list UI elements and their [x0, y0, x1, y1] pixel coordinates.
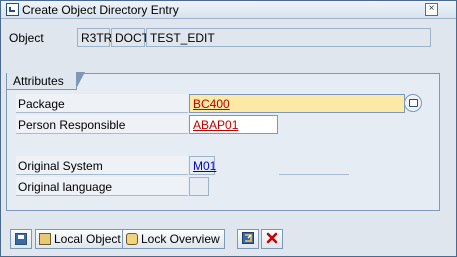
person-responsible-value: ABAP01 [193, 118, 239, 132]
lock-icon [126, 233, 138, 245]
dialog-toolbar: Local Object Lock Overview [1, 226, 456, 252]
object-label: Object [9, 31, 44, 45]
dialog-window: Create Object Directory Entry × Object R… [0, 0, 457, 257]
original-system-label: Original System [16, 156, 188, 175]
object-type-field: DOCT [111, 28, 149, 47]
package-input[interactable]: BC400 [189, 94, 405, 113]
value-help-icon[interactable] [404, 94, 422, 112]
local-object-label: Local Object [54, 232, 121, 246]
local-object-icon [39, 233, 51, 245]
attributes-group-title: Attributes [7, 72, 85, 90]
save-icon [15, 233, 27, 245]
lock-overview-button[interactable]: Lock Overview [122, 229, 225, 249]
cancel-button[interactable] [261, 229, 283, 249]
package-label: Package [16, 94, 188, 113]
dialog-icon [6, 3, 19, 16]
original-language-field[interactable] [189, 177, 209, 196]
save-button[interactable] [10, 229, 32, 249]
title-bar: Create Object Directory Entry × [1, 1, 456, 19]
original-system-field[interactable]: M01 [189, 156, 217, 175]
close-button[interactable]: × [425, 3, 438, 16]
object-row: Object R3TR DOCT TEST_EDIT [1, 28, 456, 50]
original-system-description-line [279, 174, 349, 175]
object-pgmid-field: R3TR [77, 28, 112, 47]
original-language-label: Original language [16, 177, 188, 196]
transport-icon [242, 232, 254, 244]
object-name-field: TEST_EDIT [146, 28, 431, 47]
dialog-title: Create Object Directory Entry [22, 3, 179, 17]
original-system-value: M01 [193, 159, 217, 173]
local-object-button[interactable]: Local Object [35, 229, 126, 249]
transport-button[interactable] [237, 229, 259, 249]
package-value: BC400 [193, 97, 230, 111]
person-responsible-input[interactable]: ABAP01 [189, 115, 278, 134]
lock-overview-label: Lock Overview [141, 232, 220, 246]
person-responsible-label: Person Responsible [16, 115, 188, 134]
attributes-group: Attributes Package BC400 Person Responsi… [6, 72, 440, 211]
cancel-icon [266, 232, 278, 244]
